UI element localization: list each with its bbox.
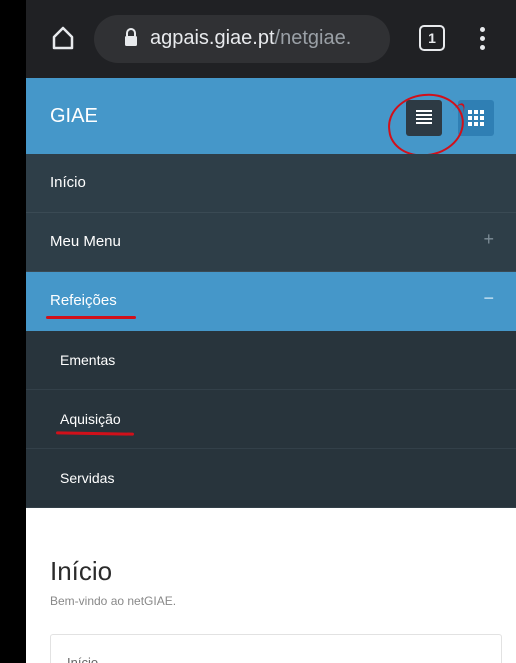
left-border	[0, 0, 26, 663]
subnav-item-label: Aquisição	[60, 411, 121, 427]
page-subtitle: Bem-vindo ao netGIAE.	[50, 594, 177, 608]
content-panel: Início	[50, 634, 502, 663]
url-domain: agpais.giae.pt	[150, 27, 275, 49]
home-icon[interactable]	[52, 26, 74, 50]
annotation-underline	[55, 431, 135, 436]
nav-item-label: Início	[50, 174, 86, 191]
address-bar[interactable]: agpais.giae.pt/netgiae.	[94, 15, 390, 63]
phone-screen: agpais.giae.pt/netgiae. 1 GIAE Início Me…	[26, 0, 516, 663]
subnav-item-ementas[interactable]: Ementas	[26, 331, 516, 390]
lock-icon	[125, 28, 137, 46]
app-title[interactable]: GIAE	[50, 105, 98, 128]
subnav-item-label: Servidas	[60, 470, 115, 486]
nav-item-refeicoes[interactable]: Refeições −	[26, 272, 516, 331]
nav-item-inicio[interactable]: Início	[26, 154, 516, 213]
tab-switcher-button[interactable]: 1	[419, 25, 445, 51]
browser-toolbar: agpais.giae.pt/netgiae. 1	[26, 0, 516, 78]
panel-title: Início	[67, 655, 99, 663]
collapse-icon: −	[483, 288, 494, 308]
subnav-item-aquisicao[interactable]: Aquisição	[26, 390, 516, 449]
expand-icon: +	[483, 229, 494, 249]
page-title: Início	[50, 556, 113, 586]
nav-item-label: Meu Menu	[50, 233, 121, 250]
nav-item-meu-menu[interactable]: Meu Menu +	[26, 213, 516, 272]
nav-item-label: Refeições	[50, 292, 117, 309]
url-path: /netgiae.	[274, 27, 352, 49]
kebab-menu-icon[interactable]	[480, 27, 486, 51]
grid-view-icon	[468, 110, 484, 126]
url-text: agpais.giae.pt/netgiae.	[150, 27, 351, 50]
annotation-underline	[46, 316, 136, 319]
main-content: Início Bem-vindo ao netGIAE. Início	[26, 516, 516, 663]
side-menu: Início Meu Menu + Refeições − Ementas Aq…	[26, 154, 516, 508]
subnav-item-label: Ementas	[60, 352, 116, 368]
subnav-item-servidas[interactable]: Servidas	[26, 449, 516, 508]
